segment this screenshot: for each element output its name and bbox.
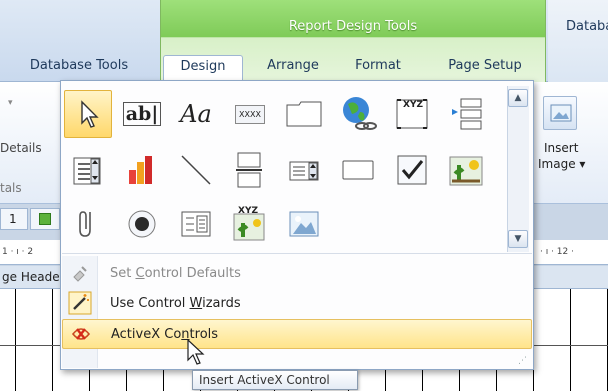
menu-mnemonic: W [189, 295, 203, 311]
scroll-up-icon[interactable]: ▲ [508, 89, 528, 107]
tooltip: Insert ActiveX Control [192, 370, 358, 390]
page-break-button[interactable] [226, 146, 274, 194]
menu-label-pre: ActiveX Co [111, 326, 182, 342]
set-defaults-icon [62, 258, 98, 288]
ribbon-right-area: Databa [548, 0, 608, 82]
menu-label-pre: Set [110, 265, 136, 281]
wizard-wand-icon [62, 288, 98, 318]
check-box-icon [397, 155, 427, 185]
image-control-button[interactable] [280, 200, 328, 248]
use-control-wizards-item[interactable]: Use Control Wizards [62, 288, 532, 318]
bound-frame-xyz-text: XYZ [238, 206, 258, 216]
label-aa-icon: Aa [180, 100, 212, 128]
label-button[interactable]: Aa [172, 90, 220, 138]
menu-mnemonic: C [135, 265, 145, 281]
menu-label-post: izards [202, 295, 241, 311]
menu-label-post: ontrol Defaults [144, 265, 241, 281]
page-break-icon [236, 152, 262, 188]
document-tab-1[interactable]: 1 [0, 208, 28, 230]
globe-link-icon [343, 97, 377, 130]
controls-gallery-grid: ab| Aa XXXX XYZ XYZ [64, 86, 502, 250]
web-browser-icon: XYZ [396, 99, 428, 129]
context-tab-title: Report Design Tools [288, 19, 418, 34]
activex-icon [63, 319, 99, 349]
select-pointer-button[interactable] [64, 90, 112, 138]
option-button-button[interactable] [118, 200, 166, 248]
chart-button[interactable] [118, 146, 166, 194]
database-tab-cut[interactable]: Databa [566, 19, 608, 34]
document-tab-number: 1 [9, 212, 17, 226]
subform-icon [181, 211, 211, 237]
rectangle-icon [342, 160, 374, 180]
combo-box-icon [73, 157, 101, 185]
button-xxxx-icon: XXXX [235, 104, 265, 124]
page-header-label: ge Heade [2, 270, 60, 284]
text-box-button[interactable]: ab| [118, 90, 166, 138]
hyperlink-button[interactable] [334, 90, 382, 138]
object-frame-icon [449, 156, 483, 186]
rectangle-button[interactable] [334, 146, 382, 194]
tab-database-tools[interactable]: Database Tools [26, 55, 132, 82]
tab-control-button[interactable] [280, 90, 328, 138]
group-footer-label: tals [0, 181, 22, 195]
navigation-control-button[interactable] [442, 90, 490, 138]
report-icon [39, 213, 51, 225]
radio-button-icon [128, 210, 156, 238]
tab-page-setup[interactable]: Page Setup [440, 55, 530, 82]
check-box-button[interactable] [388, 146, 436, 194]
tab-format[interactable]: Format [346, 55, 410, 82]
picture-icon [289, 211, 319, 237]
line-icon [181, 155, 211, 185]
bar-chart-icon [129, 156, 152, 184]
image-icon [550, 104, 572, 122]
insert-image-button[interactable] [543, 96, 577, 130]
subform-button[interactable] [172, 200, 220, 248]
tab-design[interactable]: Design [163, 55, 243, 82]
tab-arrange[interactable]: Arrange [258, 55, 328, 82]
ruler-left-ticks: 1 · ı · 2 [2, 247, 34, 257]
textbox-icon: ab| [122, 102, 162, 126]
web-browser-xyz-text: XYZ [403, 100, 423, 110]
bound-object-frame-button[interactable]: XYZ [226, 200, 274, 248]
tab-control-icon [286, 101, 322, 127]
list-box-icon [289, 161, 319, 181]
unbound-object-frame-button[interactable] [442, 146, 490, 194]
mouse-cursor-icon [186, 338, 208, 369]
pointer-arrow-icon [81, 100, 99, 128]
button-control-button[interactable]: XXXX [226, 90, 274, 138]
ruler-right-ticks: · ı · 12 · [540, 247, 574, 257]
attachment-button[interactable] [64, 200, 112, 248]
combo-box-button[interactable] [64, 146, 112, 194]
web-browser-button[interactable]: XYZ [388, 90, 436, 138]
insert-image-label-2[interactable]: Image ▾ [538, 157, 585, 171]
scroll-down-icon[interactable]: ▼ [508, 230, 528, 248]
menu-label-pre: Use Control [110, 295, 190, 311]
activex-controls-item[interactable]: ActiveX Controls [62, 319, 532, 349]
bound-object-frame-icon: XYZ [233, 206, 265, 241]
list-box-button[interactable] [280, 146, 328, 194]
dropdown-arrow-icon: ▾ [8, 98, 13, 108]
group-details-label[interactable]: Details [0, 141, 42, 155]
gallery-scrollbar[interactable]: ▲ ▼ [507, 86, 529, 252]
document-tab-2[interactable] [30, 208, 60, 230]
navigation-icon [452, 98, 482, 130]
line-button[interactable] [172, 146, 220, 194]
insert-image-label[interactable]: Insert [544, 141, 578, 155]
gallery-separator [62, 253, 532, 254]
set-control-defaults-item[interactable]: Set Control Defaults [62, 258, 532, 288]
paperclip-icon [79, 211, 91, 237]
resize-grip-icon[interactable]: ⋰ [518, 356, 527, 366]
